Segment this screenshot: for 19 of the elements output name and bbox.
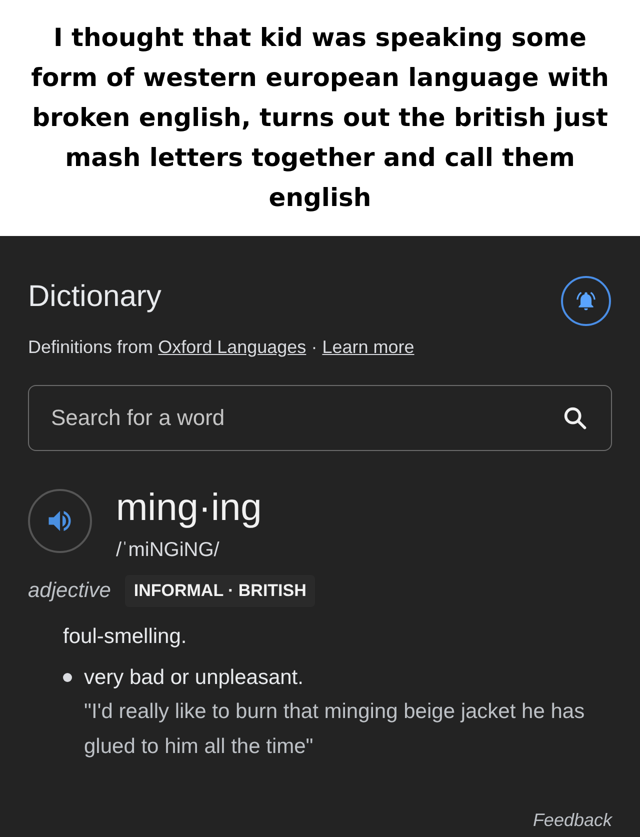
bell-button[interactable]: [561, 276, 611, 326]
learn-more-link[interactable]: Learn more: [322, 337, 414, 357]
feedback-link[interactable]: Feedback: [532, 807, 612, 834]
headword: ming·ing: [116, 486, 262, 531]
oxford-languages-link[interactable]: Oxford Languages: [158, 337, 306, 357]
part-of-speech: adjective: [28, 578, 111, 604]
caption: I thought that kid was speaking some form of western european language with broken english, turns out the british just mash letters together and call them english: [30, 22, 610, 214]
pronunciation: /ˈmiNGiNG/: [116, 538, 220, 563]
example-quote: "I'd really like to burn that minging beige jacket he has glued to him all the time": [84, 698, 586, 760]
usage-label: INFORMAL · BRITISH: [124, 575, 316, 606]
search-field[interactable]: Search for a word: [28, 385, 612, 451]
search-icon[interactable]: [562, 405, 588, 431]
speaker-button[interactable]: [28, 489, 92, 553]
dictionary-title: Dictionary: [28, 279, 162, 315]
definition: very bad or unpleasant.: [84, 665, 304, 691]
bell-icon: [575, 290, 597, 312]
source-note: Definitions from Oxford Languages · Learn more: [28, 336, 416, 359]
bullet-icon: [63, 673, 72, 682]
definition: foul-smelling.: [63, 624, 188, 650]
